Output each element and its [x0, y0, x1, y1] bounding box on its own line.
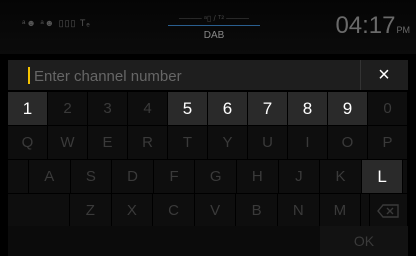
backspace-icon — [377, 203, 400, 218]
key-a: A — [29, 160, 71, 194]
keyboard-row-qwerty: Q W E R T Y U I O P — [8, 126, 408, 160]
key-f: F — [153, 160, 196, 194]
key-spacer — [403, 160, 408, 194]
channel-number-input[interactable] — [32, 64, 356, 88]
key-2: 2 — [48, 92, 88, 126]
key-q: Q — [8, 126, 48, 160]
key-b: B — [236, 194, 278, 228]
ok-button: OK — [320, 226, 408, 256]
key-r: R — [128, 126, 168, 160]
key-x: X — [111, 194, 154, 228]
key-s: S — [70, 160, 113, 194]
key-c: C — [153, 194, 195, 228]
key-4: 4 — [128, 92, 168, 126]
key-e: E — [88, 126, 128, 160]
key-i: I — [288, 126, 328, 160]
source-mode: DAB — [203, 30, 225, 41]
key-g: G — [195, 160, 237, 194]
key-5[interactable]: 5 — [168, 92, 208, 126]
key-o: O — [328, 126, 368, 160]
key-l[interactable]: L — [361, 160, 404, 194]
clock-ampm: PM — [396, 25, 411, 35]
key-7[interactable]: 7 — [248, 92, 288, 126]
key-spacer — [8, 160, 29, 194]
status-icons: ᵃ☻ ᵃ☻ ▯▯▯ Tₑ — [22, 18, 91, 28]
key-y: Y — [208, 126, 248, 160]
channel-input-row: × — [8, 60, 408, 90]
key-h: H — [236, 160, 279, 194]
key-d: D — [112, 160, 154, 194]
key-1[interactable]: 1 — [8, 92, 48, 126]
ok-row: OK — [8, 226, 408, 256]
key-3: 3 — [88, 92, 128, 126]
channel-number-field[interactable] — [8, 60, 361, 90]
source-indicator: ──── ᵃ▯ / ᵀ² ──── DAB — [168, 14, 260, 41]
key-m: M — [319, 194, 362, 228]
key-spacer — [8, 194, 70, 228]
clock-time: 04:17 — [335, 12, 396, 39]
key-6[interactable]: 6 — [208, 92, 248, 126]
clear-button[interactable]: × — [360, 60, 408, 90]
key-t: T — [168, 126, 208, 160]
backspace-key — [369, 194, 408, 228]
key-j: J — [278, 160, 321, 194]
status-bar: ᵃ☻ ᵃ☻ ▯▯▯ Tₑ ──── ᵃ▯ / ᵀ² ──── DAB 04:17… — [0, 0, 416, 54]
key-u: U — [248, 126, 288, 160]
source-indicator-top: ──── ᵃ▯ / ᵀ² ──── — [168, 14, 260, 26]
keyboard-row-numbers: 1 2 3 4 5 6 7 8 9 0 — [8, 92, 408, 126]
keyboard-row-zxcv: Z X C V B N M — [8, 194, 408, 228]
key-w: W — [48, 126, 88, 160]
key-9[interactable]: 9 — [328, 92, 368, 126]
key-k: K — [320, 160, 362, 194]
key-8[interactable]: 8 — [288, 92, 328, 126]
key-z: Z — [70, 194, 112, 228]
keyboard-row-asdf: A S D F G H J K L — [8, 160, 408, 194]
clock: 04:17PM — [335, 12, 410, 40]
key-p: P — [368, 126, 408, 160]
key-spacer — [361, 194, 370, 228]
key-0: 0 — [368, 92, 408, 126]
text-cursor — [28, 67, 30, 84]
key-v: V — [194, 194, 237, 228]
key-n: N — [277, 194, 320, 228]
